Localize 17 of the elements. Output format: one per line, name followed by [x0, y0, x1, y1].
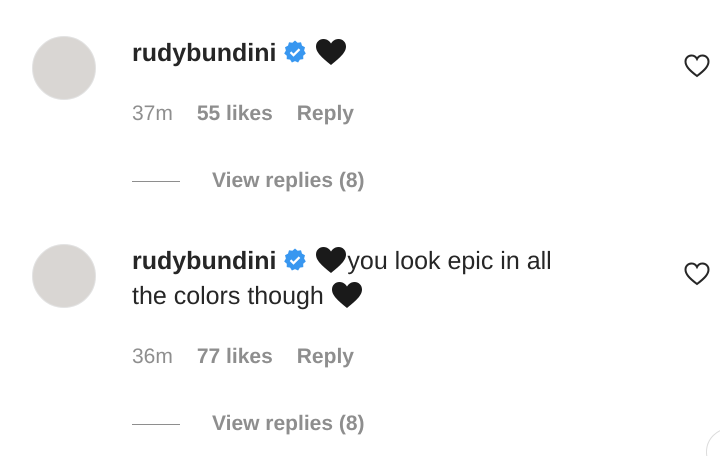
heart-emoji-icon	[315, 246, 348, 274]
like-button[interactable]	[684, 54, 710, 78]
comment-text: the colors though	[132, 282, 324, 310]
view-replies-button[interactable]: View replies (8)	[212, 166, 365, 196]
reply-link[interactable]: Reply	[296, 99, 354, 129]
like-button[interactable]	[684, 262, 710, 286]
heart-emoji-icon	[315, 38, 348, 66]
likes-count[interactable]: 77 likes	[196, 342, 273, 372]
username[interactable]: rudybundini	[132, 39, 276, 67]
likes-count[interactable]: 55 likes	[196, 99, 273, 129]
heart-emoji-icon	[330, 281, 363, 309]
view-replies-button[interactable]: View replies (8)	[212, 409, 365, 439]
reply-link[interactable]: Reply	[296, 342, 354, 372]
comment-time: 36m	[132, 344, 173, 370]
username[interactable]: rudybundini	[132, 247, 276, 275]
comment-time: 37m	[132, 101, 173, 127]
comment-text: you look epic in all	[347, 247, 552, 275]
